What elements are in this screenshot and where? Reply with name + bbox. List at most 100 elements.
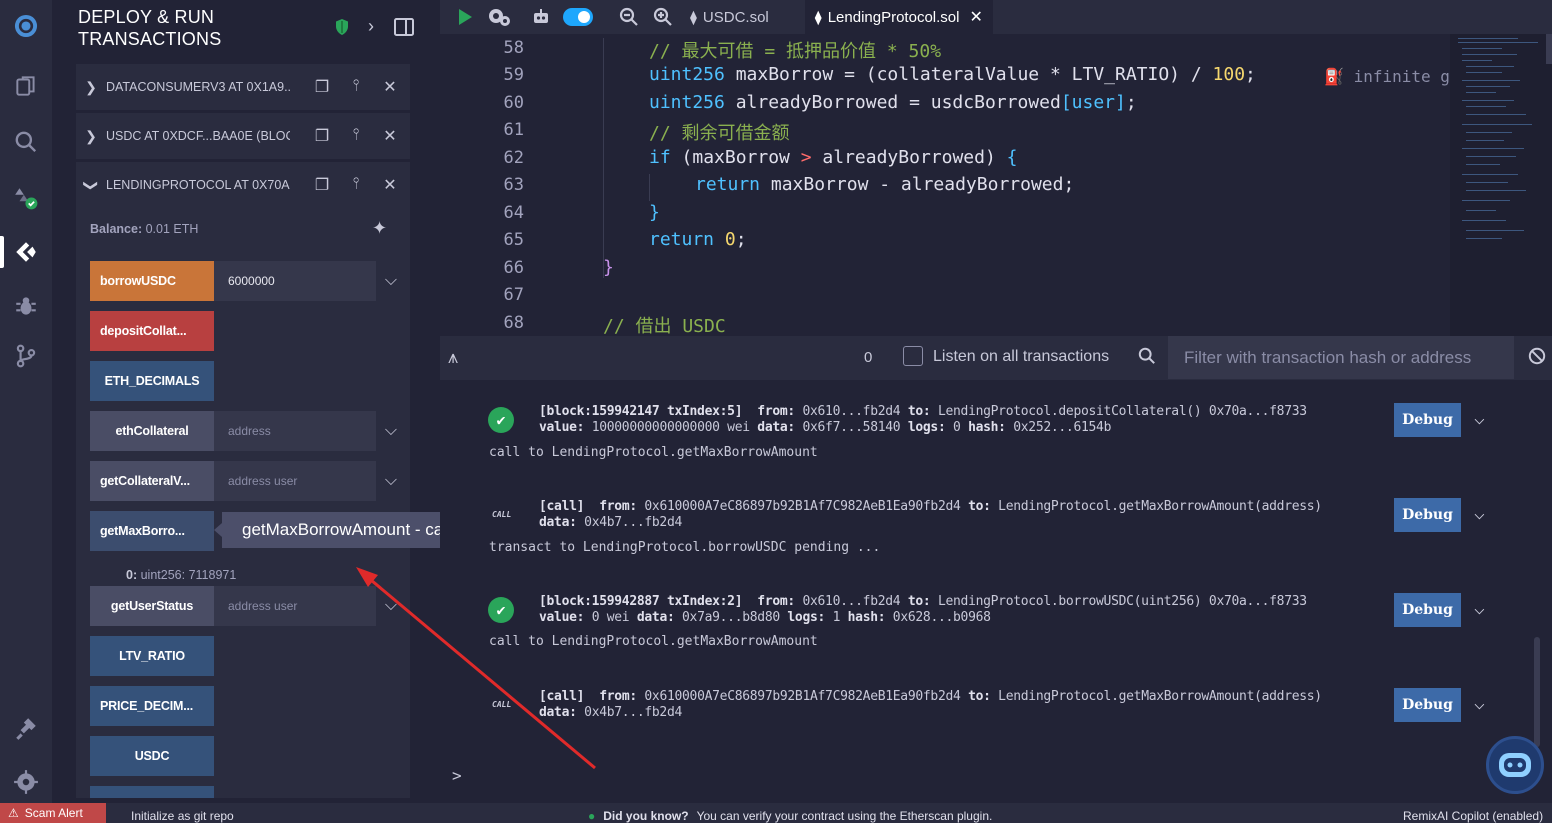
chevron-down-icon[interactable]: ⌵ — [1474, 693, 1496, 715]
usdc-button[interactable]: USDC — [90, 736, 214, 776]
borrowusdc-input[interactable]: 6000000 — [214, 261, 376, 301]
sparkle-icon[interactable]: ✦ — [372, 218, 387, 239]
gas-hint: ⛽ infinite ga — [1324, 67, 1450, 86]
git-init-link[interactable]: Initialize as git repo — [131, 809, 234, 823]
chevron-down-icon[interactable]: ⌵ — [1474, 598, 1496, 620]
instance-lendingprotocol[interactable]: ❯ LENDINGPROTOCOL AT 0X70A... ❐ ⫯ ✕ — [76, 162, 410, 208]
line-number: 62 — [503, 148, 524, 168]
tx-value: 1 — [825, 610, 848, 625]
chevron-right-icon[interactable]: ❯ — [76, 79, 106, 96]
pin-icon[interactable]: ⫯ — [346, 77, 366, 97]
getcollateralvalue-input[interactable]: address user — [214, 461, 376, 501]
brace: } — [603, 257, 614, 278]
getmaxborrowamount-button[interactable]: getMaxBorro... — [90, 511, 214, 551]
ban-icon[interactable] — [1528, 347, 1546, 370]
robot-icon[interactable] — [524, 0, 558, 34]
chevron-down-icon[interactable]: ⌵ — [1474, 503, 1496, 525]
pin-icon[interactable]: ⫯ — [346, 175, 366, 195]
collapse-terminal-icon[interactable]: ⩚ — [448, 347, 458, 368]
run-icon[interactable] — [448, 0, 482, 34]
line-number: 63 — [503, 175, 524, 195]
code: alreadyBorrowed = usdcBorrowed — [724, 92, 1061, 113]
copy-icon[interactable]: ❐ — [312, 77, 332, 97]
filter-input[interactable]: Filter with transaction hash or address — [1168, 336, 1514, 379]
ethcollateral-input[interactable]: address — [214, 411, 376, 451]
chevron-down-icon[interactable]: ⌵ — [1474, 408, 1496, 430]
close-icon[interactable]: ✕ — [380, 77, 400, 97]
listen-checkbox[interactable] — [903, 346, 923, 366]
analyze-icon[interactable] — [482, 0, 516, 34]
chevron-right-icon[interactable]: ❯ — [76, 128, 106, 145]
code-line: return 0; — [649, 229, 747, 250]
getuserstatus-button[interactable]: getUserStatus — [90, 586, 214, 626]
tx-entry[interactable]: [block:159942887 txIndex:2] from: 0x610.… — [539, 594, 1307, 626]
line-number: 58 — [503, 38, 524, 58]
remix-logo-icon[interactable] — [6, 6, 46, 46]
scam-alert-label: Scam Alert — [24, 806, 83, 820]
shield-check-icon[interactable] — [334, 18, 350, 41]
tab-lendingprotocol-sol[interactable]: ⧫ LendingProtocol.sol ✕ — [804, 0, 993, 34]
copy-icon[interactable]: ❐ — [312, 126, 332, 146]
copy-icon[interactable]: ❐ — [312, 175, 332, 195]
terminal-scrollbar[interactable] — [1534, 637, 1540, 747]
chevron-down-icon[interactable]: ❯ — [83, 170, 100, 200]
zoom-in-icon[interactable] — [646, 0, 680, 34]
depositcollateral-button[interactable]: depositCollat... — [90, 311, 214, 351]
panel-title: DEPLOY & RUN TRANSACTIONS — [78, 7, 222, 49]
minimap-scrollbar[interactable] — [1546, 34, 1552, 64]
toggle-icon[interactable] — [558, 0, 598, 34]
fn-ltv-ratio: LTV_RATIO — [90, 636, 214, 676]
getcollateralvalue-button[interactable]: getCollateralV... — [90, 461, 214, 501]
price-decimals-button[interactable]: PRICE_DECIM... — [90, 686, 214, 726]
plugin-manager-icon[interactable] — [10, 712, 42, 744]
chevron-down-icon[interactable]: ⌵ — [376, 461, 406, 501]
solidity-compiler-icon[interactable] — [10, 182, 42, 214]
tx-key: data: — [539, 515, 577, 530]
close-icon[interactable]: ✕ — [380, 175, 400, 195]
ai-assistant-icon[interactable] — [1486, 736, 1544, 794]
git-icon[interactable] — [10, 340, 42, 372]
copilot-status[interactable]: RemixAI Copilot (enabled) — [1403, 809, 1543, 823]
tx-key: from: — [757, 404, 795, 419]
debugger-icon[interactable] — [10, 290, 42, 322]
tab-usdc-sol[interactable]: ⧫ USDC.sol — [680, 0, 779, 34]
minimap[interactable] — [1450, 34, 1552, 336]
close-icon[interactable]: ✕ — [380, 126, 400, 146]
search-icon[interactable] — [10, 126, 42, 158]
tx-entry[interactable]: [call] from: 0x610000A7eC86897b92B1Af7C9… — [539, 689, 1322, 721]
scam-alert[interactable]: ⚠ Scam Alert — [0, 803, 106, 823]
fn-price-decimals: PRICE_DECIM... — [90, 686, 214, 726]
eth-decimals-button[interactable]: ETH_DECIMALS — [90, 361, 214, 401]
pin-icon[interactable]: ⫯ — [346, 126, 366, 146]
tx-entry[interactable]: [call] from: 0x610000A7eC86897b92B1Af7C9… — [539, 499, 1322, 531]
code-editor[interactable]: 58 59 60 61 62 63 64 65 66 67 68 // 最大可借… — [440, 34, 1450, 336]
next-function-button[interactable] — [90, 786, 214, 798]
tx-entry[interactable]: [block:159942147 txIndex:5] from: 0x610.… — [539, 404, 1307, 436]
search-icon[interactable] — [1138, 347, 1156, 370]
chevron-right-icon[interactable]: › — [368, 16, 374, 37]
annotation-arrow — [356, 567, 596, 770]
chevron-down-icon[interactable]: ⌵ — [376, 261, 406, 301]
borrowusdc-button[interactable]: borrowUSDC — [90, 261, 214, 301]
debug-button[interactable]: Debug — [1394, 403, 1461, 437]
file-explorer-icon[interactable] — [10, 70, 42, 102]
panel-toggle-icon[interactable] — [394, 18, 414, 41]
result-key: 0: — [126, 568, 138, 582]
file-icon: ⧫ — [690, 8, 697, 25]
instance-dataconsumer[interactable]: ❯ DATACONSUMERV3 AT 0X1A9... ❐ ⫯ ✕ — [76, 64, 410, 110]
settings-icon[interactable] — [10, 766, 42, 798]
tx-key: logs: — [907, 420, 946, 435]
instance-usdc[interactable]: ❯ USDC AT 0XDCF...BAA0E (BLOCKCHAIN) ❐ ⫯… — [76, 113, 410, 159]
zoom-out-icon[interactable] — [612, 0, 646, 34]
debug-button[interactable]: Debug — [1394, 593, 1461, 627]
file-icon: ⧫ — [814, 8, 822, 25]
ethcollateral-button[interactable]: ethCollateral — [90, 411, 214, 451]
ltv-ratio-button[interactable]: LTV_RATIO — [90, 636, 214, 676]
debug-button[interactable]: Debug — [1394, 498, 1461, 532]
debug-button[interactable]: Debug — [1394, 688, 1461, 722]
tip: ● Did you know? You can verify your cont… — [588, 809, 992, 823]
chevron-down-icon[interactable]: ⌵ — [376, 411, 406, 451]
close-icon[interactable]: ✕ — [969, 7, 982, 27]
tx-key: value: — [539, 420, 585, 435]
deploy-run-icon[interactable] — [10, 236, 42, 268]
